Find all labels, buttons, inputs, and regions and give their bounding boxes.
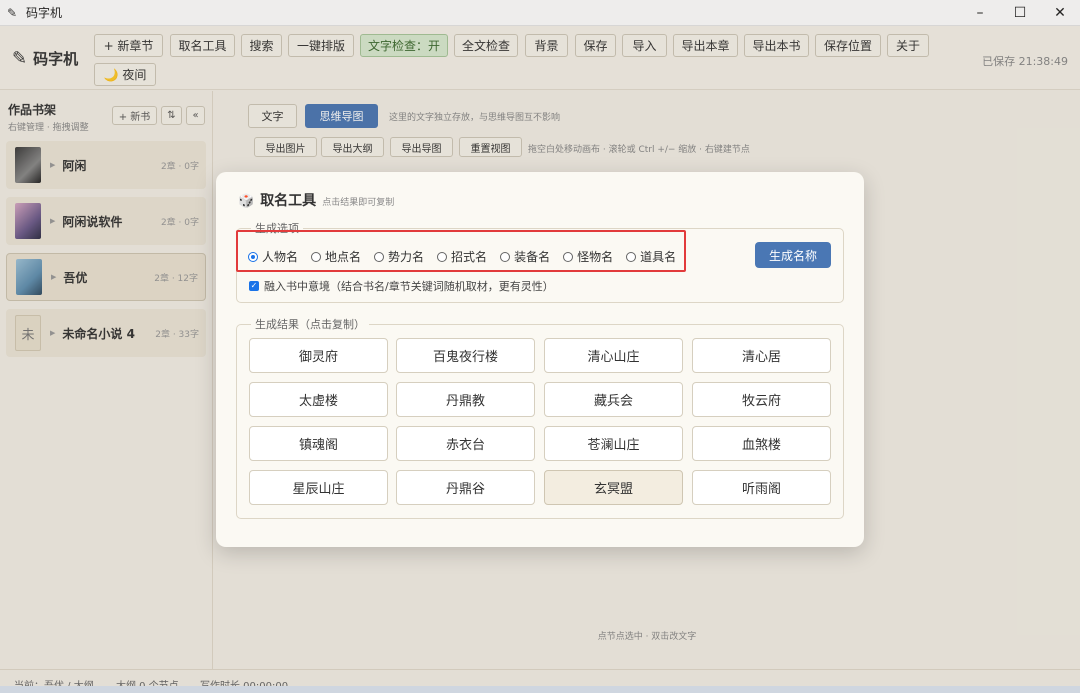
radio-equipment-name[interactable]: 装备名 (500, 248, 550, 265)
result-name[interactable]: 牧云府 (692, 382, 831, 417)
dialog-subtitle: 点击结果即可复制 (322, 198, 395, 208)
result-name-hovered[interactable]: 玄冥盟 (544, 470, 683, 505)
result-name[interactable]: 丹鼎教 (396, 382, 535, 417)
radio-label: 招式名 (451, 250, 488, 264)
result-name[interactable]: 清心居 (692, 338, 831, 373)
blend-label: 融入书中意境（结合书名/章节关键词随机取材，更有灵性） (264, 280, 554, 293)
radio-label: 势力名 (388, 250, 425, 264)
generate-names-button[interactable]: 生成名称 (755, 242, 831, 268)
radio-label: 道具名 (640, 250, 677, 264)
radio-dot-selected[interactable] (248, 251, 258, 262)
result-name[interactable]: 苍澜山庄 (544, 426, 683, 461)
result-name[interactable]: 赤衣台 (396, 426, 535, 461)
radio-faction-name[interactable]: 势力名 (374, 248, 424, 265)
radio-dot[interactable] (626, 251, 637, 262)
radio-dot[interactable] (437, 251, 448, 262)
radio-monster-name[interactable]: 怪物名 (563, 248, 613, 265)
radio-label: 装备名 (514, 250, 551, 264)
result-name[interactable]: 太虚楼 (249, 382, 388, 417)
radio-dot[interactable] (500, 251, 511, 262)
blend-option[interactable]: ✓ 融入书中意境（结合书名/章节关键词随机取材，更有灵性） (249, 278, 554, 294)
result-name[interactable]: 藏兵会 (544, 382, 683, 417)
radio-skill-name[interactable]: 招式名 (437, 248, 487, 265)
dialog-title: 取名工具 (260, 193, 317, 209)
result-name[interactable]: 百鬼夜行楼 (396, 338, 535, 373)
radio-dot[interactable] (563, 251, 574, 262)
radio-dot[interactable] (311, 251, 322, 262)
result-name[interactable]: 听雨阁 (692, 470, 831, 505)
result-name[interactable]: 丹鼎谷 (396, 470, 535, 505)
dice-icon: 🎲 (238, 194, 255, 209)
radio-label: 地点名 (325, 250, 362, 264)
checkbox-checked-icon[interactable]: ✓ (249, 281, 259, 291)
results-legend: 生成结果（点击复制） (255, 318, 365, 331)
result-name[interactable]: 血煞楼 (692, 426, 831, 461)
radio-label: 人物名 (262, 250, 299, 264)
naming-tool-dialog: 🎲 取名工具 点击结果即可复制 生成选项 人物名 地点名 势力名 招式名 装备名… (216, 172, 864, 547)
result-name[interactable]: 清心山庄 (544, 338, 683, 373)
radio-place-name[interactable]: 地点名 (311, 248, 361, 265)
dialog-header: 🎲 取名工具 点击结果即可复制 (238, 190, 394, 210)
result-name[interactable]: 星辰山庄 (249, 470, 388, 505)
radio-label: 怪物名 (577, 250, 614, 264)
result-name[interactable]: 御灵府 (249, 338, 388, 373)
radio-person-name[interactable]: 人物名 (248, 248, 298, 265)
radio-item-name[interactable]: 道具名 (626, 248, 676, 265)
name-type-radios: 人物名 地点名 势力名 招式名 装备名 怪物名 道具名 (248, 248, 689, 265)
result-name[interactable]: 镇魂阁 (249, 426, 388, 461)
radio-dot[interactable] (374, 251, 385, 262)
